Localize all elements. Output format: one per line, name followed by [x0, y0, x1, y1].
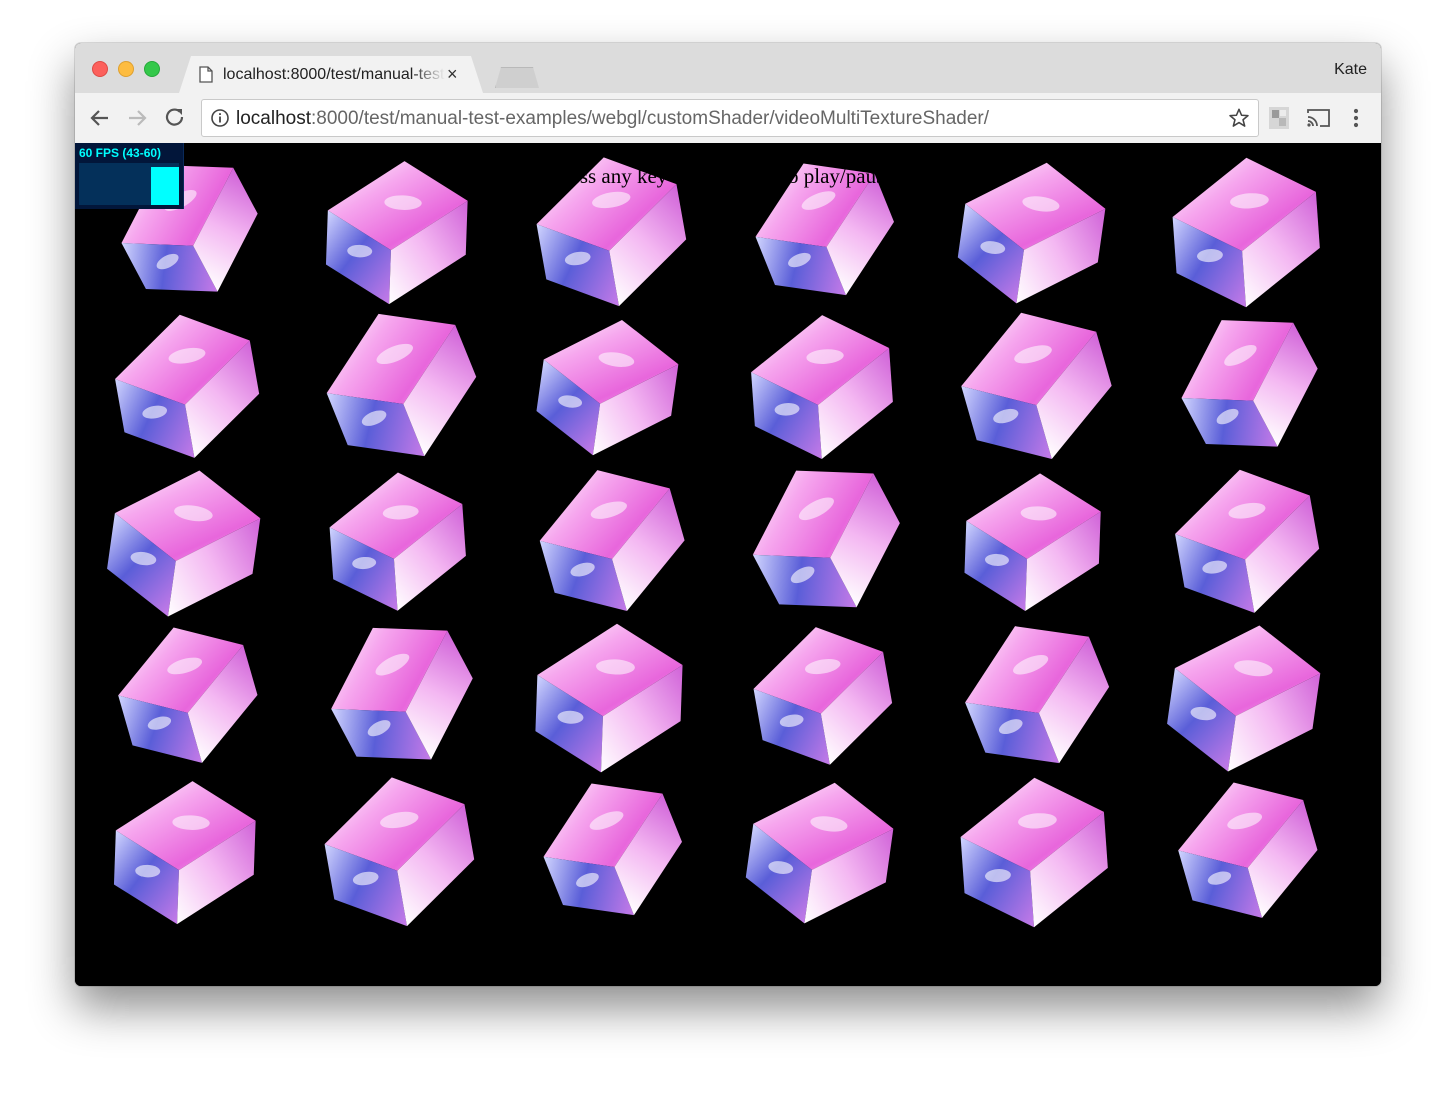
- url-text[interactable]: localhost:8000/test/manual-test-examples…: [236, 108, 989, 130]
- webgl-canvas[interactable]: press any key to toggle video play/pause…: [75, 143, 1381, 986]
- cube: [960, 777, 1108, 928]
- cube: [1181, 320, 1318, 447]
- forward-arrow-icon[interactable]: [125, 106, 149, 130]
- cube: [957, 162, 1106, 304]
- cube: [331, 627, 473, 760]
- active-tab[interactable]: localhost:8000/test/manual-test-examples…: [179, 56, 483, 93]
- url-host: localhost: [236, 108, 311, 129]
- rotating-cube-grid: [107, 157, 1321, 928]
- fps-bar: [151, 167, 179, 205]
- fps-meter: 60 FPS (43-60): [75, 143, 184, 209]
- cast-icon[interactable]: [1307, 108, 1331, 128]
- cube: [751, 315, 893, 459]
- cube: [1167, 625, 1321, 772]
- cube: [752, 470, 900, 608]
- cube: [961, 312, 1112, 460]
- cube: [329, 472, 466, 611]
- cube: [115, 314, 260, 458]
- extension-icon[interactable]: [1268, 106, 1290, 130]
- tab-close-button[interactable]: ×: [447, 64, 458, 84]
- cube: [324, 777, 475, 927]
- kebab-menu-icon[interactable]: [1349, 106, 1363, 130]
- window-close-button[interactable]: [92, 61, 108, 77]
- document-icon: [199, 66, 213, 83]
- reload-icon[interactable]: [163, 106, 187, 130]
- star-icon[interactable]: [1228, 107, 1250, 129]
- cube: [113, 781, 256, 925]
- instruction-text: press any key to toggle video play/pause: [553, 164, 894, 188]
- cube: [107, 470, 261, 617]
- cube: [965, 626, 1110, 764]
- cube: [326, 313, 477, 457]
- toolbar: localhost:8000/test/manual-test-examples…: [75, 93, 1381, 144]
- window-maximize-button[interactable]: [144, 61, 160, 77]
- cube: [1172, 157, 1320, 308]
- cube: [535, 623, 683, 773]
- url-path: :8000/test/manual-test-examples/webgl/cu…: [311, 108, 990, 129]
- back-arrow-icon[interactable]: [88, 106, 112, 130]
- cube: [325, 161, 468, 305]
- window-minimize-button[interactable]: [118, 61, 134, 77]
- address-bar[interactable]: localhost:8000/test/manual-test-examples…: [201, 99, 1259, 137]
- cube: [964, 473, 1101, 611]
- new-tab-button[interactable]: [495, 67, 539, 88]
- profile-name[interactable]: Kate: [1334, 61, 1367, 79]
- tab-bar: localhost:8000/test/manual-test-examples…: [75, 43, 1381, 93]
- fps-label: 60 FPS (43-60): [79, 146, 162, 160]
- cube: [745, 782, 894, 924]
- browser-window: localhost:8000/test/manual-test-examples…: [75, 43, 1381, 986]
- cube: [543, 783, 682, 916]
- cube: [118, 627, 258, 763]
- info-icon[interactable]: [210, 108, 230, 128]
- cube: [1175, 469, 1320, 613]
- cube: [536, 319, 679, 456]
- tab-title: localhost:8000/test/manual-test-examples…: [223, 66, 445, 83]
- cube: [539, 470, 685, 611]
- fps-graph: [79, 163, 179, 205]
- cube: [753, 627, 893, 765]
- cube: [1178, 782, 1318, 918]
